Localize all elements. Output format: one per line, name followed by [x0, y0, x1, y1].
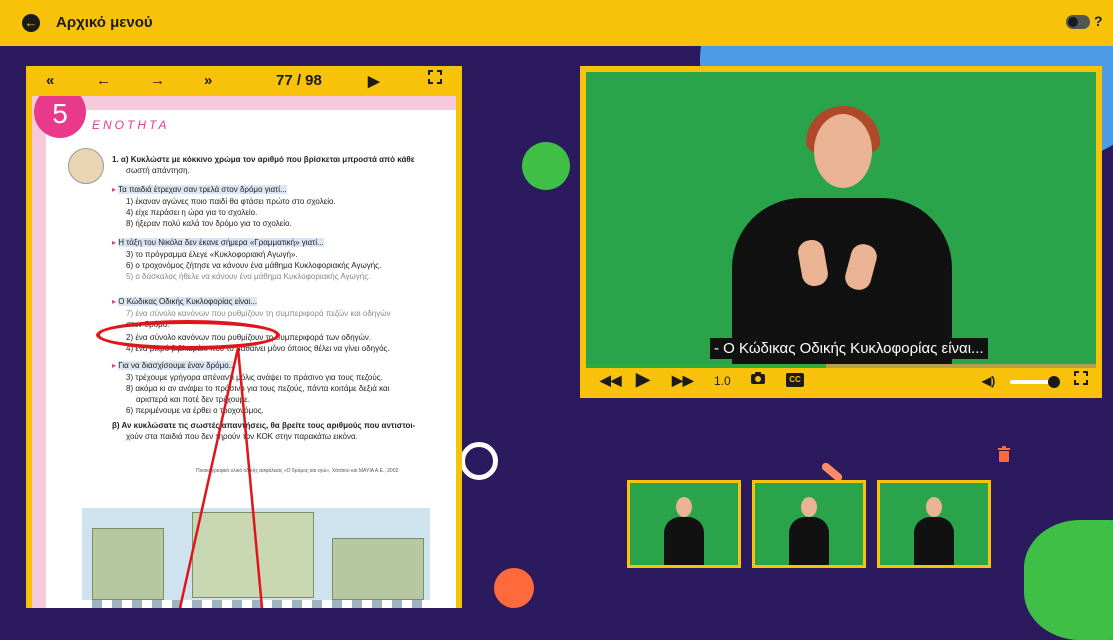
fast-forward-icon[interactable]: ▶▶ — [672, 372, 694, 389]
red-pointer-lines — [178, 347, 264, 608]
page-indicator: 77 / 98 — [276, 72, 322, 89]
video-thumbnail[interactable] — [752, 480, 866, 568]
decor-orange-half — [494, 568, 534, 608]
home-menu-link[interactable]: Αρχικό μενού — [56, 14, 153, 31]
previous-page-button[interactable]: ← — [96, 72, 111, 89]
last-page-button[interactable]: » — [204, 72, 212, 89]
rewind-icon[interactable]: ◀◀ — [600, 372, 622, 389]
signer-head — [814, 114, 872, 188]
document-viewer: « ← → » 77 / 98 ▶ 5 ΕΝΟΤΗΤΑ 1. α) Κυκλώσ… — [26, 66, 462, 608]
toggle-knob — [1068, 17, 1078, 27]
video-player: - Ο Κώδικας Οδικής Κυκλοφορίας είναι... … — [580, 66, 1102, 398]
volume-knob[interactable] — [1048, 376, 1060, 388]
playback-speed[interactable]: 1.0 — [714, 374, 731, 388]
fullscreen-icon[interactable] — [1074, 371, 1088, 388]
next-page-button[interactable]: → — [150, 72, 165, 89]
sign-language-video[interactable]: - Ο Κώδικας Οδικής Κυκλοφορίας είναι... — [586, 72, 1096, 364]
top-bar: ← Αρχικό μενού ? — [0, 0, 1113, 46]
document-page: 5 ΕΝΟΤΗΤΑ 1. α) Κυκλώστε με κόκκινο χρώμ… — [32, 96, 456, 608]
decor-white-ring — [460, 442, 498, 480]
trash-icon[interactable] — [996, 446, 1012, 462]
video-thumbnail[interactable] — [877, 480, 991, 568]
camera-icon[interactable] — [750, 371, 766, 388]
play-icon[interactable]: ▶ — [636, 369, 650, 390]
thumbnail-screen — [630, 483, 738, 565]
fullscreen-icon[interactable] — [428, 70, 442, 88]
thumbnail-screen — [880, 483, 988, 565]
video-caption: - Ο Κώδικας Οδικής Κυκλοφορίας είναι... — [710, 338, 988, 359]
help-button[interactable]: ? — [1094, 13, 1103, 29]
video-controls: ◀◀ ▶ ▶▶ 1.0 CC ◀) — [586, 368, 1096, 396]
volume-icon[interactable]: ◀) — [982, 374, 995, 388]
video-thumbnail[interactable] — [627, 480, 741, 568]
cc-icon[interactable]: CC — [786, 373, 804, 387]
decor-green-blob — [1024, 520, 1113, 640]
theme-toggle[interactable] — [1066, 15, 1090, 29]
decor-green-circle — [522, 142, 570, 190]
back-arrow-icon[interactable]: ← — [22, 14, 40, 32]
first-page-button[interactable]: « — [46, 72, 54, 89]
thumbnail-screen — [755, 483, 863, 565]
viewer-toolbar: « ← → » 77 / 98 ▶ — [26, 66, 462, 96]
play-slideshow-button[interactable]: ▶ — [368, 72, 380, 90]
